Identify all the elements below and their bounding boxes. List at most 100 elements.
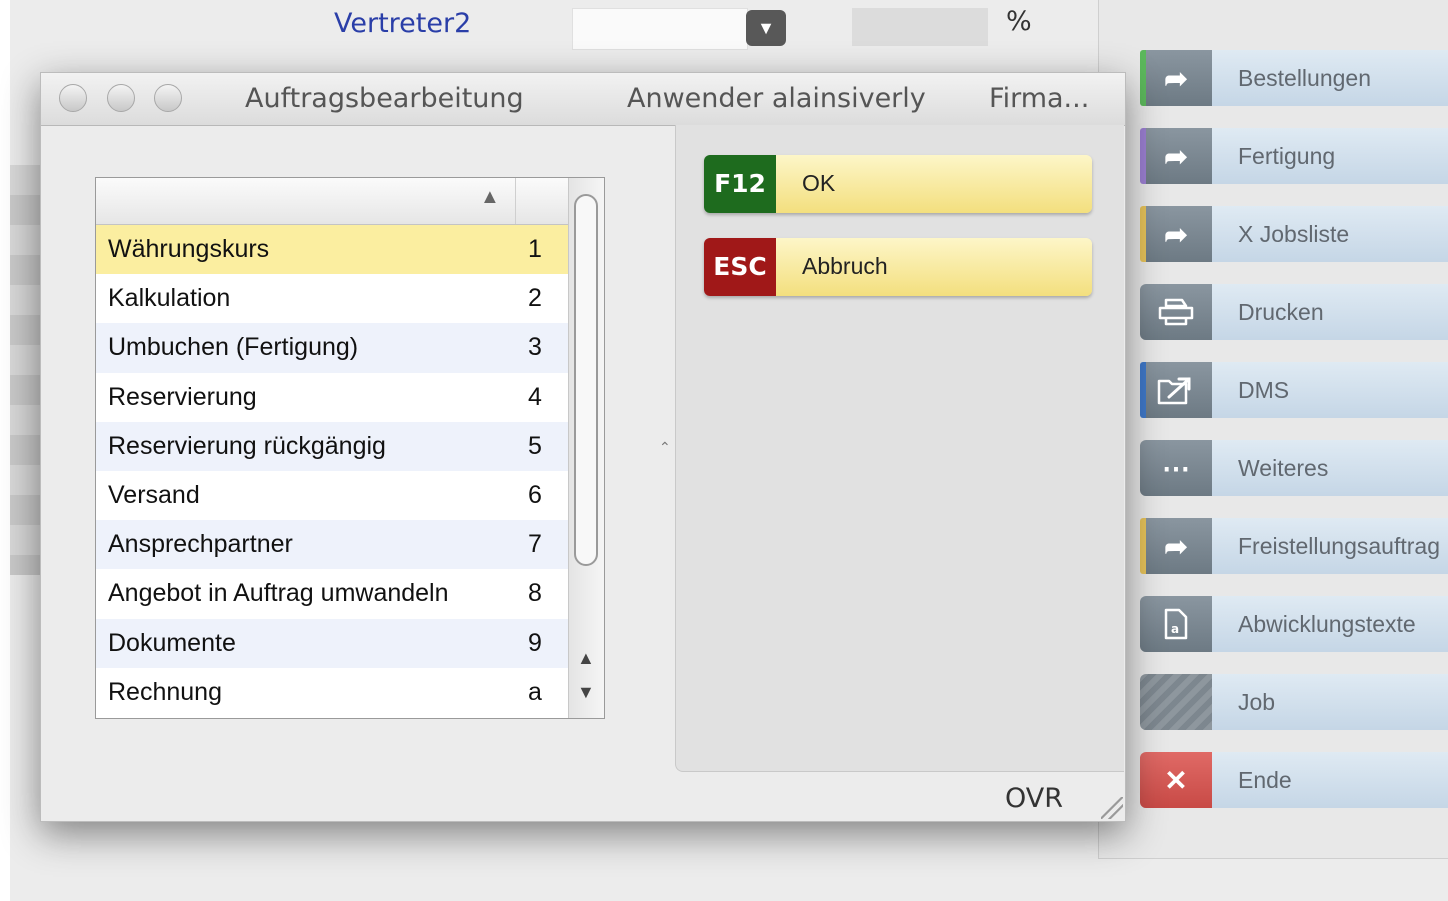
- background-list-edge: [10, 165, 40, 575]
- percent-label: %: [1006, 6, 1032, 37]
- sidebar-item-ende[interactable]: ✕ Ende: [1140, 752, 1448, 808]
- cancel-button[interactable]: ESC Abbruch: [704, 238, 1092, 296]
- scroll-down-icon[interactable]: ▼: [577, 682, 595, 703]
- sidebar-item-dms[interactable]: DMS: [1140, 362, 1448, 418]
- function-list[interactable]: ▲ Währungskurs 1 Kalkulation 2 Umbuchen (F…: [95, 177, 605, 719]
- sidebar-item-label: DMS: [1212, 362, 1448, 418]
- list-item-label: Währungskurs: [108, 235, 270, 264]
- cancel-button-label: Abbruch: [776, 238, 1092, 296]
- sidebar-item-label: Abwicklungstexte: [1212, 596, 1448, 652]
- list-item[interactable]: Währungskurs 1: [96, 225, 568, 275]
- list-rows: Währungskurs 1 Kalkulation 2 Umbuchen (Fer…: [96, 225, 568, 717]
- close-window-button[interactable]: [59, 84, 87, 112]
- list-scrollbar[interactable]: ▲ ▼: [568, 178, 604, 718]
- resize-grip-icon[interactable]: [1101, 797, 1123, 819]
- sidebar-item-job[interactable]: Job: [1140, 674, 1448, 730]
- list-item-shortcut: 3: [528, 333, 542, 362]
- sidebar-stripe: [1140, 128, 1146, 184]
- list-item[interactable]: Reservierung 4: [96, 372, 568, 422]
- header-divider: [515, 178, 516, 224]
- sidebar-item-abwicklungstexte[interactable]: a Abwicklungstexte: [1140, 596, 1448, 652]
- sort-ascending-icon[interactable]: ▲: [480, 186, 500, 209]
- list-item[interactable]: Reservierung rückgängig 5: [96, 421, 568, 471]
- printer-icon: [1140, 284, 1212, 340]
- sidebar-item-label: X Jobsliste: [1212, 206, 1448, 262]
- company-label: Firma...: [989, 83, 1090, 114]
- arrow-right-icon: ➦: [1140, 128, 1212, 184]
- list-item[interactable]: Ansprechpartner 7: [96, 520, 568, 570]
- list-item[interactable]: Rechnung a: [96, 667, 568, 717]
- percent-field[interactable]: [852, 8, 988, 46]
- list-item-shortcut: 2: [528, 284, 542, 313]
- list-item[interactable]: Versand 6: [96, 470, 568, 521]
- sidebar-item-label: Ende: [1212, 752, 1448, 808]
- chevron-down-icon: ▼: [757, 18, 775, 38]
- sidebar-item-label: Job: [1212, 674, 1448, 730]
- vertreter-label: Vertreter2: [334, 8, 472, 39]
- vertreter-dropdown-button[interactable]: ▼: [746, 10, 786, 46]
- list-item[interactable]: Dokumente 9: [96, 618, 568, 668]
- arrow-right-icon: ➦: [1140, 206, 1212, 262]
- scroll-up-icon[interactable]: ▲: [577, 648, 595, 669]
- overwrite-mode-indicator: OVR: [1005, 783, 1064, 814]
- more-dots-icon: ⋯: [1140, 440, 1212, 496]
- list-item-label: Umbuchen (Fertigung): [108, 333, 359, 362]
- sidebar-item-fertigung[interactable]: ➦ Fertigung: [1140, 128, 1448, 184]
- list-item-shortcut: a: [528, 677, 542, 706]
- dialog-title: Auftragsbearbeitung: [245, 83, 524, 114]
- svg-text:a: a: [1171, 622, 1179, 636]
- list-item-shortcut: 6: [528, 481, 542, 510]
- sidebar-stripe: [1140, 206, 1146, 262]
- job-hatch-icon: [1140, 674, 1212, 730]
- sidebar-item-label: Freistellungsauftrag: [1212, 518, 1448, 574]
- list-item-shortcut: 7: [528, 530, 542, 559]
- sidebar-item-jobsliste[interactable]: ➦ X Jobsliste: [1140, 206, 1448, 262]
- splitter-handle-icon[interactable]: ⌃: [659, 439, 671, 456]
- sidebar-item-bestellungen[interactable]: ➦ Bestellungen: [1140, 50, 1448, 106]
- list-item-label: Kalkulation: [108, 284, 231, 313]
- action-panel: F12 OK ESC Abbruch: [675, 125, 1124, 772]
- sidebar-item-weiteres[interactable]: ⋯ Weiteres: [1140, 440, 1448, 496]
- list-item-label: Reservierung rückgängig: [108, 431, 386, 460]
- minimize-window-button[interactable]: [107, 84, 135, 112]
- sidebar-stripe: [1140, 50, 1146, 106]
- list-item-label: Reservierung: [108, 382, 257, 411]
- sidebar-stripe: [1140, 518, 1146, 574]
- cancel-shortcut-key: ESC: [704, 238, 776, 296]
- sidebar-item-freistellungsauftrag[interactable]: ➦ Freistellungsauftrag: [1140, 518, 1448, 574]
- sidebar-item-label: Weiteres: [1212, 440, 1448, 496]
- folder-export-icon: [1140, 362, 1212, 418]
- ok-button-label: OK: [776, 155, 1092, 213]
- list-item-shortcut: 1: [528, 235, 542, 264]
- user-label: Anwender alainsiverly: [627, 83, 926, 114]
- list-item[interactable]: Umbuchen (Fertigung) 3: [96, 323, 568, 373]
- document-icon: a: [1140, 596, 1212, 652]
- sidebar-item-label: Drucken: [1212, 284, 1448, 340]
- list-item-label: Rechnung: [108, 677, 222, 706]
- list-item-shortcut: 8: [528, 579, 542, 608]
- sidebar-item-label: Bestellungen: [1212, 50, 1448, 106]
- ok-button[interactable]: F12 OK: [704, 155, 1092, 213]
- arrow-right-icon: ➦: [1140, 518, 1212, 574]
- sidebar-item-label: Fertigung: [1212, 128, 1448, 184]
- arrow-right-icon: ➦: [1140, 50, 1212, 106]
- list-item[interactable]: Angebot in Auftrag umwandeln 8: [96, 569, 568, 619]
- sidebar-item-drucken[interactable]: Drucken: [1140, 284, 1448, 340]
- list-item-shortcut: 5: [528, 431, 542, 460]
- sidebar-stripe: [1140, 362, 1146, 418]
- list-header[interactable]: ▲: [96, 178, 568, 225]
- list-item-label: Angebot in Auftrag umwandeln: [108, 579, 449, 608]
- list-item-shortcut: 4: [528, 382, 542, 411]
- zoom-window-button[interactable]: [154, 84, 182, 112]
- auftragsbearbeitung-dialog: Auftragsbearbeitung Anwender alainsiverl…: [40, 72, 1126, 822]
- list-item-label: Dokumente: [108, 628, 236, 657]
- dialog-titlebar[interactable]: Auftragsbearbeitung Anwender alainsiverl…: [41, 73, 1125, 126]
- list-item-label: Ansprechpartner: [108, 530, 293, 559]
- vertreter-field[interactable]: [572, 8, 748, 50]
- ok-shortcut-key: F12: [704, 155, 776, 213]
- close-icon: ✕: [1140, 752, 1212, 808]
- scrollbar-thumb[interactable]: [574, 194, 598, 566]
- list-item-shortcut: 9: [528, 628, 542, 657]
- list-item-label: Versand: [108, 481, 200, 510]
- list-item[interactable]: Kalkulation 2: [96, 274, 568, 324]
